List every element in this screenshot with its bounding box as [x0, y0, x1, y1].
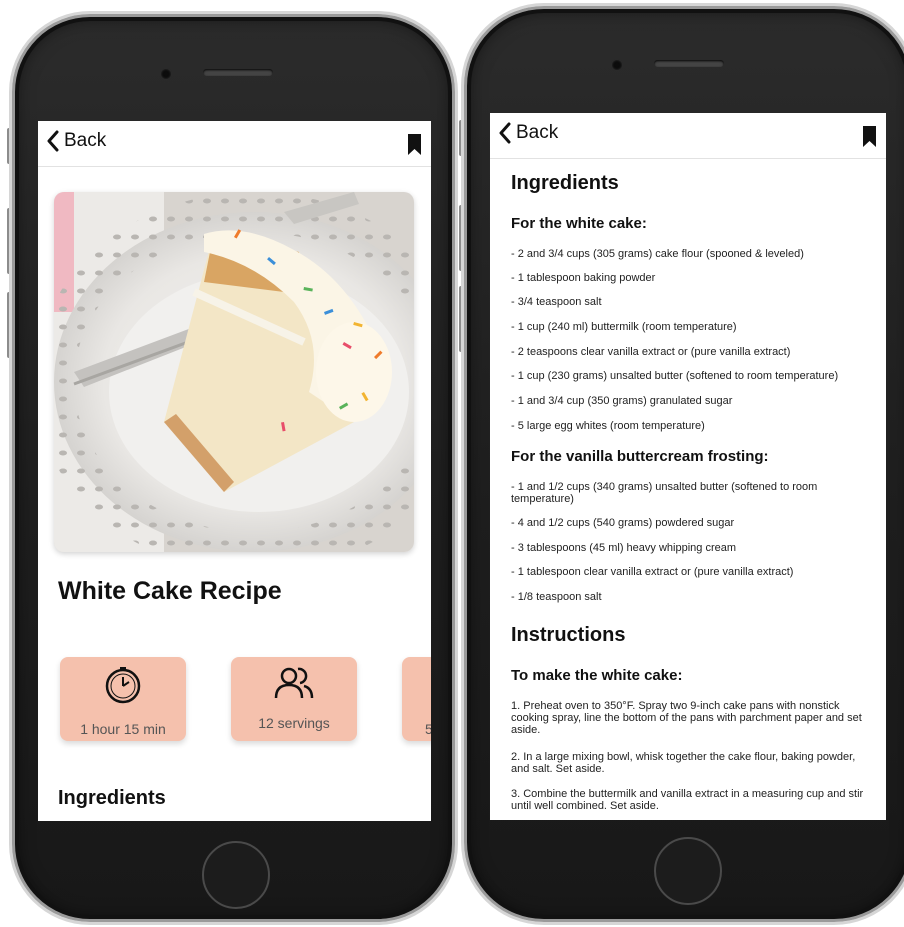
info-card-time[interactable]: 1 hour 15 min	[60, 657, 186, 741]
list-item: - 2 and 3/4 cups (305 grams) cake flour …	[511, 248, 804, 260]
back-label: Back	[64, 130, 107, 151]
ingredients-heading: Ingredients	[58, 787, 166, 809]
list-item: - 1 and 3/4 cup (350 grams) granulated s…	[511, 395, 733, 407]
front-camera-right	[612, 60, 622, 70]
clock-icon	[105, 667, 141, 704]
list-item: - 1 tablespoon clear vanilla extract or …	[511, 566, 794, 578]
back-label-right: Back	[516, 122, 559, 143]
list-item: - 2 teaspoons clear vanilla extract or (…	[511, 346, 791, 358]
chevron-left-icon	[47, 130, 59, 152]
earpiece-speaker	[203, 69, 273, 76]
screen-right: Back Ingredients For the white cake: - 2…	[490, 113, 886, 820]
recipe-title: White Cake Recipe	[58, 577, 282, 605]
make-cake-heading: To make the white cake:	[511, 667, 683, 684]
instruction-step: 3. Combine the buttermilk and vanilla ex…	[511, 788, 864, 812]
nav-bar-right: Back	[490, 113, 886, 159]
info-card-servings[interactable]: 12 servings	[231, 657, 357, 741]
ingredients-heading-right: Ingredients	[511, 172, 619, 194]
instruction-step: 2. In a large mixing bowl, whisk togethe…	[511, 751, 856, 775]
frosting-heading: For the vanilla buttercream frosting:	[511, 448, 769, 465]
nav-bar: Back	[38, 121, 431, 167]
cake-photo	[54, 192, 414, 552]
info-card-servings-label: 12 servings	[258, 715, 330, 731]
bookmark-icon[interactable]	[408, 134, 421, 160]
home-button[interactable]	[202, 841, 270, 909]
people-icon	[274, 667, 314, 699]
screen-left: Back White Cake Recipe 1 hour 15 min 12 …	[38, 121, 431, 821]
list-item: - 3/4 teaspoon salt	[511, 296, 602, 308]
info-card-third-label: 5	[425, 721, 431, 737]
bookmark-icon[interactable]	[863, 126, 876, 152]
list-item: - 1 cup (230 grams) unsalted butter (sof…	[511, 370, 839, 382]
back-button[interactable]: Back	[46, 130, 106, 152]
list-item: - 1 and 1/2 cups (340 grams) unsalted bu…	[511, 481, 818, 505]
home-button-right[interactable]	[654, 837, 722, 905]
info-card-third[interactable]: 5	[402, 657, 431, 741]
chevron-left-icon	[499, 122, 511, 144]
list-item: - 1 tablespoon baking powder	[511, 272, 656, 284]
white-cake-heading: For the white cake:	[511, 215, 647, 232]
list-item: - 4 and 1/2 cups (540 grams) powdered su…	[511, 517, 735, 529]
instructions-heading: Instructions	[511, 624, 626, 646]
back-button-right[interactable]: Back	[498, 122, 558, 144]
list-item: - 1 cup (240 ml) buttermilk (room temper…	[511, 321, 737, 333]
earpiece-speaker-right	[654, 60, 724, 67]
list-item: - 3 tablespoons (45 ml) heavy whipping c…	[511, 542, 737, 554]
info-card-time-label: 1 hour 15 min	[80, 721, 166, 737]
list-item: - 1/8 teaspoon salt	[511, 591, 602, 603]
instruction-step: 1. Preheat oven to 350°F. Spray two 9-in…	[511, 700, 862, 736]
front-camera	[161, 69, 171, 79]
list-item: - 5 large egg whites (room temperature)	[511, 420, 705, 432]
